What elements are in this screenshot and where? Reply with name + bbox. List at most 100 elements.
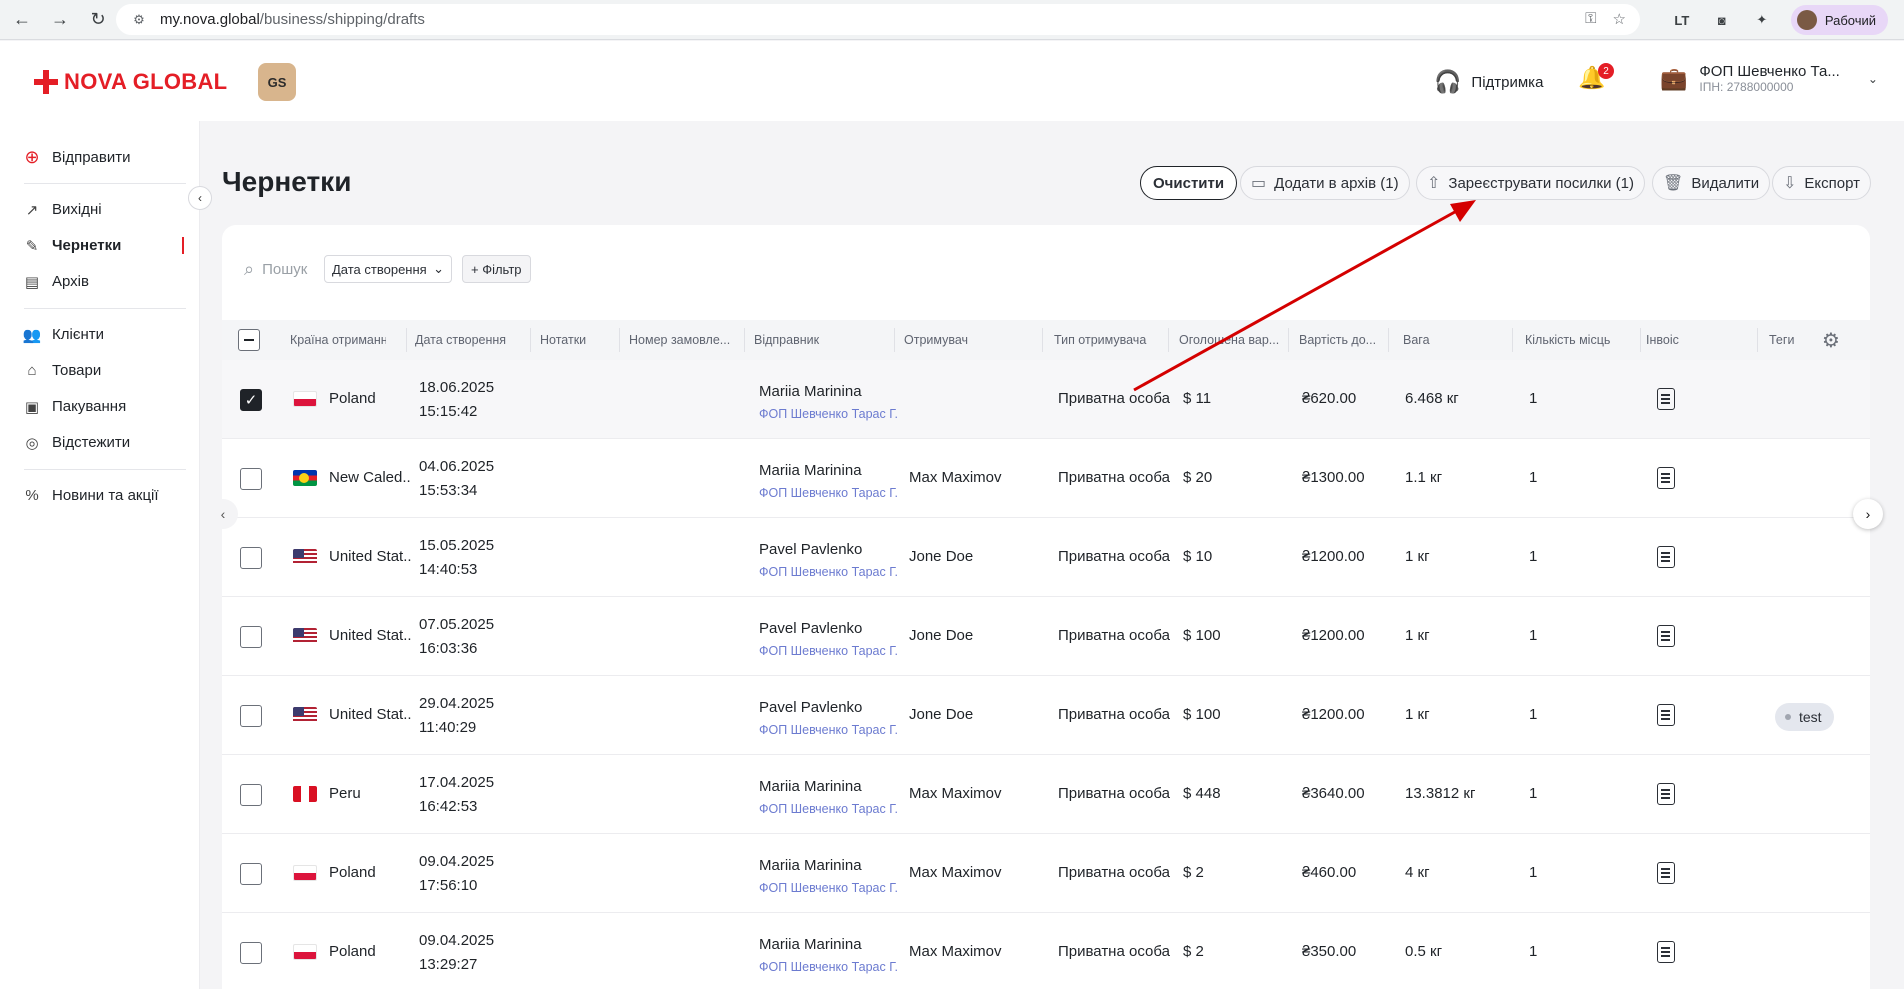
clear-button[interactable]: Очистити bbox=[1140, 166, 1238, 200]
table-row[interactable]: United Stat... 29.04.2025 11:40:29 Pavel Pa… bbox=[222, 676, 1870, 755]
invoice-icon[interactable] bbox=[1657, 625, 1675, 647]
add-to-archive-button[interactable]: ▭ Додати в архів (1) bbox=[1240, 166, 1410, 200]
account-switcher[interactable]: 💼 ФОП Шевченко Та... ІПН: 2788000000 ⌄ bbox=[1660, 63, 1878, 94]
sender-company-link[interactable]: ФОП Шевченко Тарас Г... bbox=[759, 644, 899, 658]
column-divider[interactable] bbox=[744, 328, 745, 352]
camera-icon[interactable]: ◙ bbox=[1711, 9, 1733, 31]
recipient-type-cell: Приватна особа bbox=[1058, 943, 1170, 960]
reload-icon[interactable]: ↻ bbox=[82, 4, 114, 36]
column-divider[interactable] bbox=[1042, 328, 1043, 352]
scroll-left-button[interactable]: ‹ bbox=[208, 499, 238, 529]
date-created-select[interactable]: Дата створення ⌄ bbox=[324, 255, 452, 283]
column-divider[interactable] bbox=[530, 328, 531, 352]
gear-icon[interactable]: ⚙ bbox=[1822, 328, 1840, 353]
column-divider[interactable] bbox=[1640, 328, 1641, 352]
column-header-places[interactable]: Кількість місць bbox=[1525, 320, 1635, 360]
sidebar-item-clients[interactable]: 👥 Клієнти bbox=[23, 326, 104, 344]
tag-chip[interactable]: test bbox=[1775, 703, 1834, 731]
row-checkbox[interactable] bbox=[240, 784, 262, 806]
table-row[interactable]: Peru 17.04.2025 16:42:53 Mariia Marinina ФОП… bbox=[222, 755, 1870, 834]
register-parcels-button[interactable]: ⇧ Зареєструвати посилки (1) bbox=[1416, 166, 1645, 200]
invoice-icon[interactable] bbox=[1657, 546, 1675, 568]
column-header-declared-value[interactable]: Оголошена вар... bbox=[1179, 320, 1289, 360]
peru-flag-icon bbox=[293, 786, 317, 802]
scroll-right-button[interactable]: › bbox=[1853, 499, 1883, 529]
column-header-sender[interactable]: Відправник bbox=[754, 320, 864, 360]
sidebar-item-send[interactable]: ⊕ Відправити bbox=[24, 147, 130, 167]
column-divider[interactable] bbox=[619, 328, 620, 352]
column-header-notes[interactable]: Нотатки bbox=[540, 320, 620, 360]
support-button[interactable]: 🎧 Підтримка bbox=[1434, 69, 1543, 95]
row-checkbox[interactable] bbox=[240, 626, 262, 648]
profile-button[interactable]: Рабочий bbox=[1790, 5, 1888, 35]
sidebar-item-outgoing[interactable]: ↗ Вихідні bbox=[24, 201, 102, 219]
row-checkbox[interactable] bbox=[240, 547, 262, 569]
table-row[interactable]: New Caled... 04.06.2025 15:53:34 Mariia Mar… bbox=[222, 439, 1870, 518]
column-divider[interactable] bbox=[406, 328, 407, 352]
table-row[interactable]: United Stat... 07.05.2025 16:03:36 Pavel Pa… bbox=[222, 597, 1870, 676]
table-row[interactable]: Poland 09.04.2025 17:56:10 Mariia Marinina Ф… bbox=[222, 834, 1870, 913]
sender-company-link[interactable]: ФОП Шевченко Тарас Г... bbox=[759, 881, 899, 895]
delete-button[interactable]: 🗑 Видалити bbox=[1652, 166, 1771, 200]
sidebar-item-tracking[interactable]: ◎ Відстежити bbox=[24, 434, 130, 452]
bookmark-star-icon[interactable]: ☆ bbox=[1613, 10, 1626, 28]
extension-lt-icon[interactable]: LT bbox=[1671, 9, 1693, 31]
extensions-puzzle-icon[interactable]: ✦ bbox=[1751, 9, 1773, 31]
search-input[interactable]: ⌕ Пошук bbox=[244, 259, 307, 280]
sidebar-item-goods[interactable]: ⌂ Товари bbox=[24, 362, 101, 379]
site-settings-icon[interactable]: ⚙ bbox=[130, 11, 148, 29]
sidebar-item-archive[interactable]: ▤ Архів bbox=[24, 273, 89, 291]
column-divider[interactable] bbox=[1288, 328, 1289, 352]
sidebar-item-packaging[interactable]: ▣ Пакування bbox=[24, 398, 126, 416]
sender-company-link[interactable]: ФОП Шевченко Тарас Г... bbox=[759, 407, 899, 421]
column-divider[interactable] bbox=[1388, 328, 1389, 352]
row-checkbox[interactable]: ✓ bbox=[240, 389, 262, 411]
add-filter-button[interactable]: + Фільтр bbox=[462, 255, 531, 283]
invoice-icon[interactable] bbox=[1657, 704, 1675, 726]
sidebar-collapse-button[interactable]: ‹ bbox=[188, 186, 212, 210]
sender-company-link[interactable]: ФОП Шевченко Тарас Г... bbox=[759, 723, 899, 737]
invoice-icon[interactable] bbox=[1657, 467, 1675, 489]
weight-cell: 1 кг bbox=[1405, 627, 1430, 644]
column-divider[interactable] bbox=[1512, 328, 1513, 352]
forward-icon[interactable]: → bbox=[44, 4, 76, 36]
sidebar-item-news[interactable]: % Новини та акції bbox=[24, 487, 158, 504]
address-bar[interactable]: ⚙ my.nova.global/business/shipping/draft… bbox=[116, 4, 1640, 35]
back-icon[interactable]: ← bbox=[6, 4, 38, 36]
sidebar-item-drafts[interactable]: ✎ Чернетки bbox=[24, 237, 122, 255]
column-header-weight[interactable]: Вага bbox=[1403, 320, 1503, 360]
invoice-icon[interactable] bbox=[1657, 941, 1675, 963]
export-button[interactable]: ⇩ Експорт bbox=[1772, 166, 1871, 200]
sender-company-link[interactable]: ФОП Шевченко Тарас Г... bbox=[759, 802, 899, 816]
column-header-recipient[interactable]: Отримувач bbox=[904, 320, 1014, 360]
invoice-icon[interactable] bbox=[1657, 388, 1675, 410]
table-row[interactable]: ✓ Poland 18.06.2025 15:15:42 Mariia Marinina… bbox=[222, 360, 1870, 439]
sender-company-link[interactable]: ФОП Шевченко Тарас Г... bbox=[759, 565, 899, 579]
row-checkbox[interactable] bbox=[240, 942, 262, 964]
column-header-country[interactable]: Країна отримання bbox=[290, 320, 386, 360]
row-checkbox[interactable] bbox=[240, 705, 262, 727]
column-divider[interactable] bbox=[894, 328, 895, 352]
column-header-date[interactable]: Дата створення bbox=[415, 320, 525, 360]
country-cell: New Caled... bbox=[329, 469, 411, 486]
column-divider[interactable] bbox=[1757, 328, 1758, 352]
table-row[interactable]: Poland 09.04.2025 13:29:27 Mariia Marinina Ф… bbox=[222, 913, 1870, 989]
invoice-icon[interactable] bbox=[1657, 783, 1675, 805]
table-row[interactable]: United Stat... 15.05.2025 14:40:53 Pavel Pa… bbox=[222, 518, 1870, 597]
column-header-invoice[interactable]: Інвоіс bbox=[1646, 320, 1726, 360]
gs-badge[interactable]: GS bbox=[258, 63, 296, 101]
row-checkbox[interactable] bbox=[240, 863, 262, 885]
column-header-recipient-type[interactable]: Тип отримувача bbox=[1054, 320, 1166, 360]
password-key-icon[interactable]: ⚿ bbox=[1585, 10, 1596, 28]
sender-company-link[interactable]: ФОП Шевченко Тарас Г... bbox=[759, 960, 899, 974]
nova-global-logo[interactable]: NOVA GLOBAL bbox=[34, 69, 227, 95]
column-header-tags[interactable]: Теги bbox=[1769, 320, 1809, 360]
select-all-checkbox[interactable] bbox=[238, 329, 260, 351]
sender-company-link[interactable]: ФОП Шевченко Тарас Г... bbox=[759, 486, 899, 500]
column-header-delivery-cost[interactable]: Вартість до... bbox=[1299, 320, 1387, 360]
column-divider[interactable] bbox=[1168, 328, 1169, 352]
country-cell: United Stat... bbox=[329, 627, 411, 644]
invoice-icon[interactable] bbox=[1657, 862, 1675, 884]
row-checkbox[interactable] bbox=[240, 468, 262, 490]
column-header-order-number[interactable]: Номер замовле... bbox=[629, 320, 739, 360]
